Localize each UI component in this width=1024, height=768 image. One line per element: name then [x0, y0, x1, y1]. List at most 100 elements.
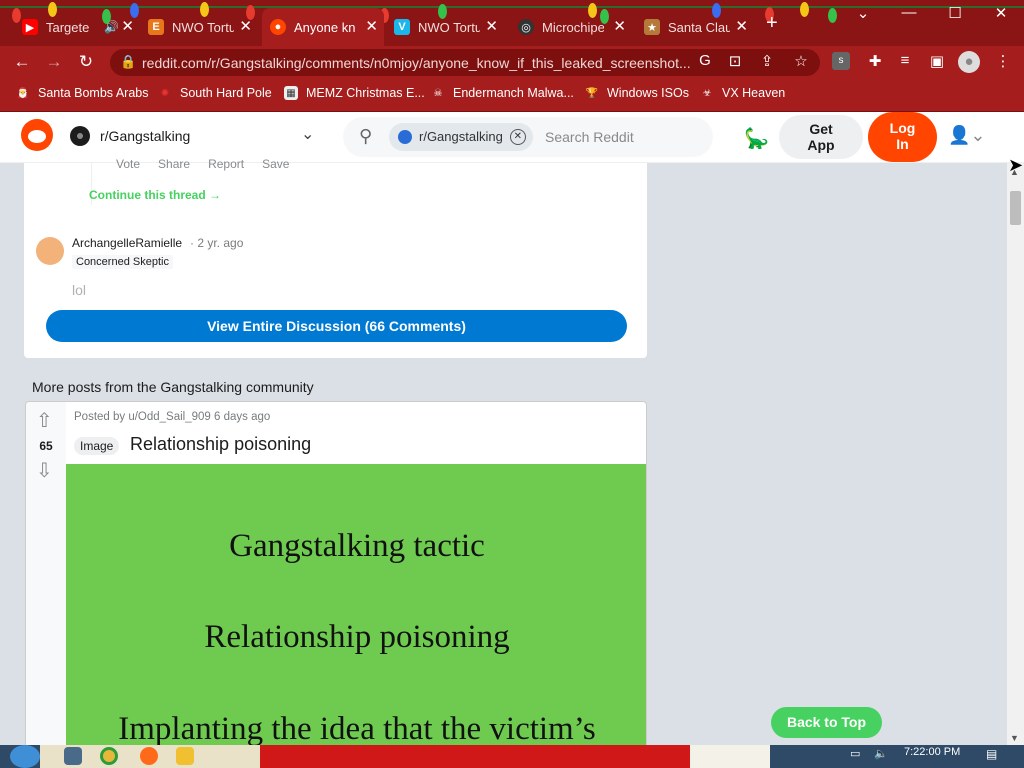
user-menu-icon[interactable]: 👤⌄: [948, 125, 986, 146]
extension-s-icon[interactable]: s: [832, 52, 850, 70]
bookmark-item[interactable]: 🎅 Santa Bombs Arabs: [16, 86, 149, 100]
bookmark-item[interactable]: ☣ VX Heaven: [700, 86, 786, 100]
profile-avatar-icon[interactable]: ●: [958, 51, 980, 73]
page-scrollbar[interactable]: ▲ ▼: [1007, 163, 1024, 747]
task-view-icon[interactable]: [64, 747, 82, 765]
community-dot-icon: [398, 130, 412, 144]
bookmark-label: VX Heaven: [722, 86, 786, 100]
site-icon: ★: [644, 19, 660, 35]
youtube-icon: ▶: [22, 19, 38, 35]
share-icon[interactable]: ⇪: [756, 52, 778, 70]
downvote-icon[interactable]: ⇩: [36, 458, 53, 483]
search-input[interactable]: Search Reddit: [545, 129, 634, 145]
close-tab-icon[interactable]: ✕: [239, 17, 252, 35]
tab-reddit-active[interactable]: ● Anyone kn ✕: [262, 8, 384, 46]
reddit-logo-icon[interactable]: [21, 119, 53, 151]
comment-author[interactable]: ArchangelleRamielle: [72, 236, 182, 250]
tab-microchipped[interactable]: ◎ Microchipe ✕: [510, 8, 632, 46]
maximize-icon[interactable]: ☐: [932, 4, 978, 22]
bookmark-item[interactable]: 🏆 Windows ISOs: [585, 86, 689, 100]
system-clock[interactable]: 7:22:00 PM: [904, 746, 960, 758]
bookmark-item[interactable]: ▦ MEMZ Christmas E...: [284, 86, 425, 100]
community-name: r/Gangstalking: [100, 128, 191, 144]
tab-nwo-torture[interactable]: E NWO Tortu ✕: [140, 8, 258, 46]
scroll-down-icon[interactable]: ▼: [1010, 733, 1019, 743]
upvote-icon[interactable]: ⇧: [36, 408, 53, 433]
vote-button[interactable]: Vote: [116, 157, 140, 171]
install-app-icon[interactable]: ⊡: [724, 52, 746, 70]
back-icon[interactable]: ←: [10, 52, 34, 72]
wallpaper-strip-decoration: [690, 745, 770, 768]
image-text-line: Implanting the idea that the victim’s: [118, 711, 596, 746]
view-entire-discussion-button[interactable]: View Entire Discussion (66 Comments): [46, 310, 627, 342]
clear-scope-icon[interactable]: ✕: [509, 129, 526, 145]
post-image[interactable]: Gangstalking tactic Relationship poisoni…: [66, 464, 646, 746]
continue-thread-link[interactable]: Continue this thread →: [89, 188, 221, 202]
side-panel-icon[interactable]: ▣: [926, 52, 948, 70]
close-tab-icon[interactable]: ✕: [121, 17, 134, 35]
report-button[interactable]: Report: [208, 157, 244, 171]
ornament-icon: ✺: [160, 87, 170, 99]
chevron-down-icon[interactable]: ⌄: [301, 124, 314, 144]
bookmark-label: Endermanch Malwa...: [453, 86, 574, 100]
bookmark-label: South Hard Pole: [180, 86, 272, 100]
search-icon: ⚲: [359, 126, 373, 146]
site-icon: ◎: [518, 19, 534, 35]
skull-icon: ☠: [433, 87, 443, 99]
address-bar[interactable]: 🔒 reddit.com/r/Gangstalking/comments/n0m…: [110, 49, 820, 76]
speaker-icon[interactable]: 🔊: [104, 20, 119, 34]
extensions-puzzle-icon[interactable]: ✚: [864, 52, 886, 70]
menu-kebab-icon[interactable]: ⋮: [992, 52, 1014, 70]
post-card[interactable]: ⇧ 65 ⇩ Posted by u/Odd_Sail_909 6 days a…: [25, 401, 647, 746]
start-button-icon[interactable]: [10, 745, 40, 768]
light-bulb-decoration: [800, 2, 809, 17]
post-flair-tag: Image: [74, 437, 120, 455]
bookmark-star-icon[interactable]: ☆: [790, 52, 812, 70]
post-score: 65: [39, 439, 53, 453]
tab-santa-claus[interactable]: ★ Santa Clau ✕: [636, 8, 754, 46]
new-tab-button[interactable]: +: [766, 12, 778, 35]
close-window-icon[interactable]: ✕: [978, 4, 1024, 22]
tab-youtube[interactable]: ▶ Targete 🔊 ✕: [14, 8, 140, 46]
close-tab-icon[interactable]: ✕: [485, 17, 498, 35]
back-to-top-button[interactable]: Back to Top: [771, 707, 882, 738]
forward-icon[interactable]: →: [42, 52, 66, 72]
e-site-icon: E: [148, 19, 164, 35]
network-icon[interactable]: ▭: [850, 747, 864, 765]
image-text-line: Relationship poisoning: [204, 619, 510, 655]
search-scope-chip[interactable]: r/Gangstalking ✕: [389, 123, 533, 151]
tab-vimeo[interactable]: V NWO Tortu ✕: [386, 8, 504, 46]
close-tab-icon[interactable]: ✕: [735, 17, 748, 35]
volume-icon[interactable]: 🔈: [874, 747, 888, 765]
post-title[interactable]: Relationship poisoning: [130, 434, 311, 455]
reading-list-icon[interactable]: ≡: [894, 52, 916, 69]
avatar[interactable]: [36, 237, 64, 265]
file-explorer-icon[interactable]: [176, 747, 194, 765]
save-button[interactable]: Save: [262, 157, 289, 171]
community-icon: [70, 126, 90, 146]
comment-age[interactable]: · 2 yr. ago: [190, 236, 243, 250]
search-bar[interactable]: ⚲ r/Gangstalking ✕ Search Reddit: [343, 117, 713, 157]
log-in-button[interactable]: Log In: [868, 112, 937, 162]
minimize-icon[interactable]: —: [886, 4, 932, 21]
notifications-icon[interactable]: ▤: [986, 747, 1000, 765]
scrollbar-thumb[interactable]: [1010, 191, 1021, 225]
close-tab-icon[interactable]: ✕: [613, 17, 626, 35]
tab-search-chevron-icon[interactable]: ⌄: [840, 4, 886, 22]
comment-body: lol: [72, 282, 87, 298]
bookmark-item[interactable]: ☠ Endermanch Malwa...: [431, 86, 574, 100]
comment-action-row: Vote Share Report Save: [116, 157, 289, 171]
get-app-label: Get: [809, 121, 833, 137]
advertise-icon[interactable]: 🦕: [744, 126, 769, 151]
close-tab-icon[interactable]: ✕: [365, 17, 378, 35]
get-app-button[interactable]: Get App: [779, 115, 863, 159]
chrome-icon[interactable]: [100, 747, 118, 765]
post-meta[interactable]: Posted by u/Odd_Sail_909 6 days ago: [74, 411, 270, 423]
user-flair: Concerned Skeptic: [72, 255, 173, 269]
bookmark-item[interactable]: ✺ South Hard Pole: [158, 86, 272, 100]
firefox-icon[interactable]: [140, 747, 158, 765]
google-icon[interactable]: G: [694, 52, 716, 69]
reload-icon[interactable]: ↻: [74, 52, 98, 72]
community-switcher[interactable]: r/Gangstalking: [70, 126, 190, 146]
share-button[interactable]: Share: [158, 157, 190, 171]
